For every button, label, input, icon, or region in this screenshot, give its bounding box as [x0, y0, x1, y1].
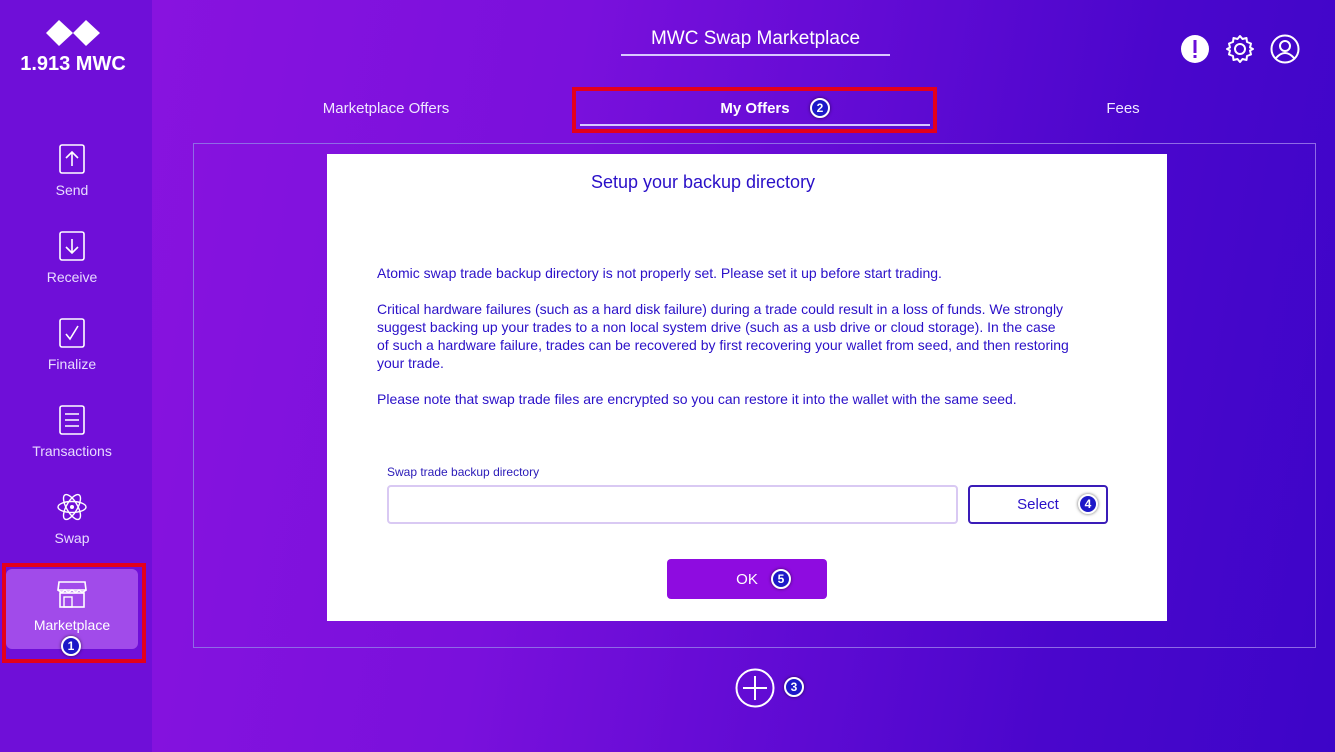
wallet-balance: 1.913 MWC — [20, 53, 126, 75]
sidebar-item-label: Finalize — [47, 356, 97, 372]
send-icon — [59, 144, 85, 174]
account-icon[interactable] — [1270, 34, 1300, 64]
sidebar-item-label: Transactions — [32, 443, 112, 459]
dialog-paragraph-2-line: suggest backing up your trades to a non … — [377, 319, 1056, 335]
dialog-paragraph-2: Critical hardware failures (such as a ha… — [377, 300, 1127, 372]
sidebar-item-label: Swap — [54, 530, 90, 546]
alert-icon[interactable] — [1180, 34, 1210, 64]
finalize-icon — [59, 318, 85, 348]
dialog-paragraph-2-line: Critical hardware failures (such as a ha… — [377, 301, 1064, 317]
ok-button-label: OK — [736, 570, 758, 588]
receive-icon — [59, 231, 85, 261]
sidebar-item-receive[interactable]: Receive — [6, 221, 138, 301]
sidebar-item-swap[interactable]: Swap — [6, 482, 138, 562]
select-button-label: Select — [1017, 496, 1059, 513]
step-badge-5: 5 — [771, 569, 791, 589]
tab-marketplace-offers[interactable]: Marketplace Offers — [300, 100, 472, 117]
transactions-icon — [59, 405, 85, 435]
settings-icon[interactable] — [1225, 34, 1255, 64]
sidebar-item-finalize[interactable]: Finalize — [6, 308, 138, 388]
backup-directory-label: Swap trade backup directory — [387, 465, 540, 479]
step-badge-2: 2 — [810, 98, 830, 118]
mwc-logo-icon — [46, 20, 100, 46]
marketplace-icon — [57, 581, 87, 608]
dialog-paragraph-1: Atomic swap trade backup directory is no… — [377, 265, 942, 281]
dialog-paragraph-2-line: your trade. — [377, 355, 444, 371]
dialog-title: Setup your backup directory — [590, 172, 816, 192]
page-title: MWC Swap Marketplace — [621, 28, 890, 56]
ok-button[interactable]: OK — [667, 559, 827, 599]
sidebar-item-label: Marketplace — [33, 617, 111, 633]
dialog-paragraph-2-line: of such a hardware failure, trades can b… — [377, 337, 1069, 353]
step-badge-4: 4 — [1078, 494, 1098, 514]
sidebar-item-label: Receive — [46, 269, 98, 285]
tab-underline — [580, 124, 930, 126]
backup-directory-input[interactable] — [387, 485, 958, 524]
tab-fees[interactable]: Fees — [1093, 100, 1153, 117]
swap-icon — [57, 493, 87, 521]
sidebar-item-transactions[interactable]: Transactions — [6, 395, 138, 475]
sidebar-item-label: Send — [55, 182, 89, 198]
tab-my-offers[interactable]: My Offers — [700, 100, 810, 117]
add-offer-icon[interactable] — [735, 668, 775, 708]
backup-directory-dialog: Setup your backup directory Atomic swap … — [327, 154, 1167, 621]
step-badge-3: 3 — [784, 677, 804, 697]
step-badge-1: 1 — [61, 636, 81, 656]
dialog-paragraph-3: Please note that swap trade files are en… — [377, 391, 1017, 407]
sidebar-item-send[interactable]: Send — [6, 134, 138, 214]
